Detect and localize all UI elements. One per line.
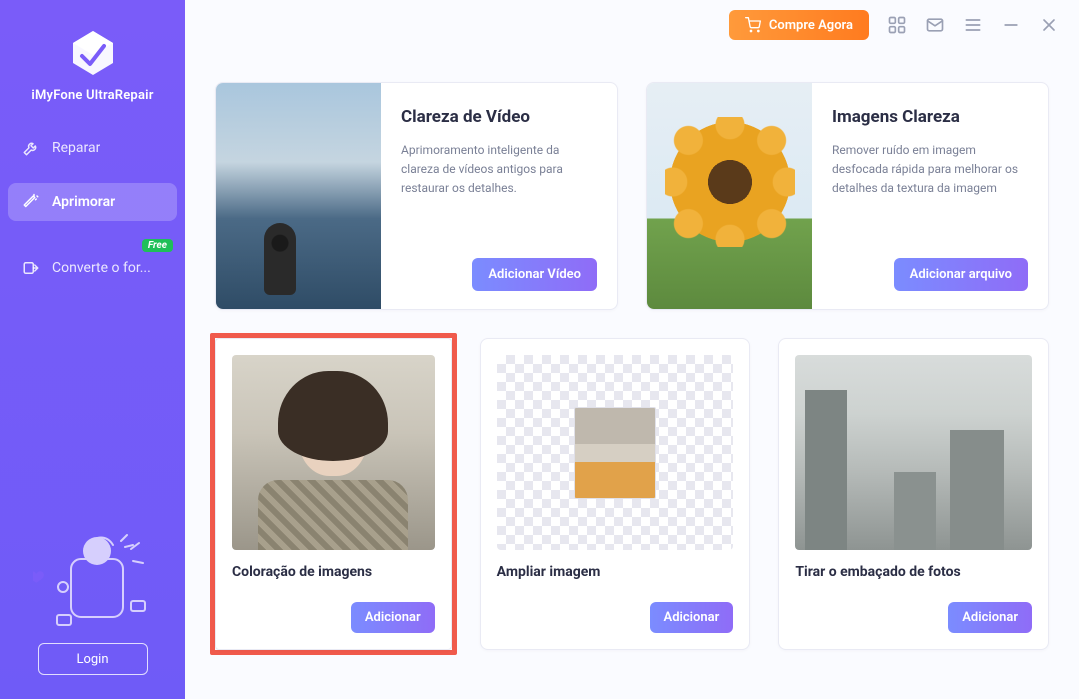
card-thumbnail	[216, 83, 381, 309]
add-video-button[interactable]: Adicionar Vídeo	[472, 258, 597, 291]
minimize-icon[interactable]	[1001, 15, 1021, 35]
card-colorize: Coloração de imagens Adicionar	[215, 338, 452, 650]
card-title: Ampliar imagem	[497, 564, 734, 580]
nav-label: Aprimorar	[52, 194, 115, 210]
card-description: Remover ruído em imagem desfocada rápida…	[832, 141, 1028, 258]
menu-icon[interactable]	[963, 15, 983, 35]
login-button[interactable]: Login	[38, 643, 148, 675]
highlighted-card-frame: Coloração de imagens Adicionar	[210, 333, 457, 655]
card-thumbnail	[232, 355, 435, 550]
add-button[interactable]: Adicionar	[650, 602, 734, 633]
titlebar: Compre Agora	[185, 0, 1079, 50]
add-button[interactable]: Adicionar	[948, 602, 1032, 633]
add-button[interactable]: Adicionar	[351, 602, 435, 633]
main-area: Compre Agora Clareza de Vídeo Aprimorame…	[185, 0, 1079, 699]
nav-label: Converte o for...	[52, 260, 151, 276]
nav-label: Reparar	[52, 140, 100, 156]
card-thumbnail	[647, 83, 812, 309]
nav-item-convert[interactable]: Free Converte o for...	[8, 249, 177, 287]
wrench-icon	[22, 139, 40, 157]
card-title: Imagens Clareza	[832, 107, 1028, 127]
card-thumbnail	[497, 355, 734, 550]
sidebar-nav: Reparar Aprimorar Free Converte o for...	[0, 121, 185, 287]
card-description: Aprimoramento inteligente da clareza de …	[401, 141, 597, 258]
card-title: Tirar o embaçado de fotos	[795, 564, 1032, 580]
sidebar-bottom: Login	[0, 531, 185, 699]
app-logo-block: iMyFone UltraRepair	[0, 0, 185, 121]
cart-icon	[745, 17, 761, 33]
mail-icon[interactable]	[925, 15, 945, 35]
card-image-clarity: Imagens Clareza Remover ruído em imagem …	[646, 82, 1049, 310]
card-title: Coloração de imagens	[232, 564, 435, 580]
card-body: Clareza de Vídeo Aprimoramento inteligen…	[381, 83, 617, 309]
nav-item-enhance[interactable]: Aprimorar	[8, 183, 177, 221]
add-file-button[interactable]: Adicionar arquivo	[894, 258, 1028, 291]
free-badge: Free	[142, 239, 173, 252]
buy-now-label: Compre Agora	[769, 18, 853, 33]
card-title: Clareza de Vídeo	[401, 107, 597, 127]
buy-now-button[interactable]: Compre Agora	[729, 10, 869, 40]
card-enlarge: Ampliar imagem Adicionar	[480, 338, 751, 650]
small-row: Coloração de imagens Adicionar Ampliar i…	[215, 338, 1049, 650]
logo-icon	[68, 28, 118, 78]
convert-icon	[22, 259, 40, 277]
sidebar: iMyFone UltraRepair Reparar Aprimorar Fr…	[0, 0, 185, 699]
card-thumbnail	[795, 355, 1032, 550]
wide-row: Clareza de Vídeo Aprimoramento inteligen…	[215, 82, 1049, 310]
nav-item-repair[interactable]: Reparar	[8, 129, 177, 167]
content: Clareza de Vídeo Aprimoramento inteligen…	[185, 50, 1079, 699]
card-video-clarity: Clareza de Vídeo Aprimoramento inteligen…	[215, 82, 618, 310]
grid-icon[interactable]	[887, 15, 907, 35]
card-body: Imagens Clareza Remover ruído em imagem …	[812, 83, 1048, 309]
app-name: iMyFone UltraRepair	[31, 88, 153, 103]
close-icon[interactable]	[1039, 15, 1059, 35]
card-unblur: Tirar o embaçado de fotos Adicionar	[778, 338, 1049, 650]
promo-illustration-icon	[33, 531, 153, 631]
magic-wand-icon	[22, 193, 40, 211]
